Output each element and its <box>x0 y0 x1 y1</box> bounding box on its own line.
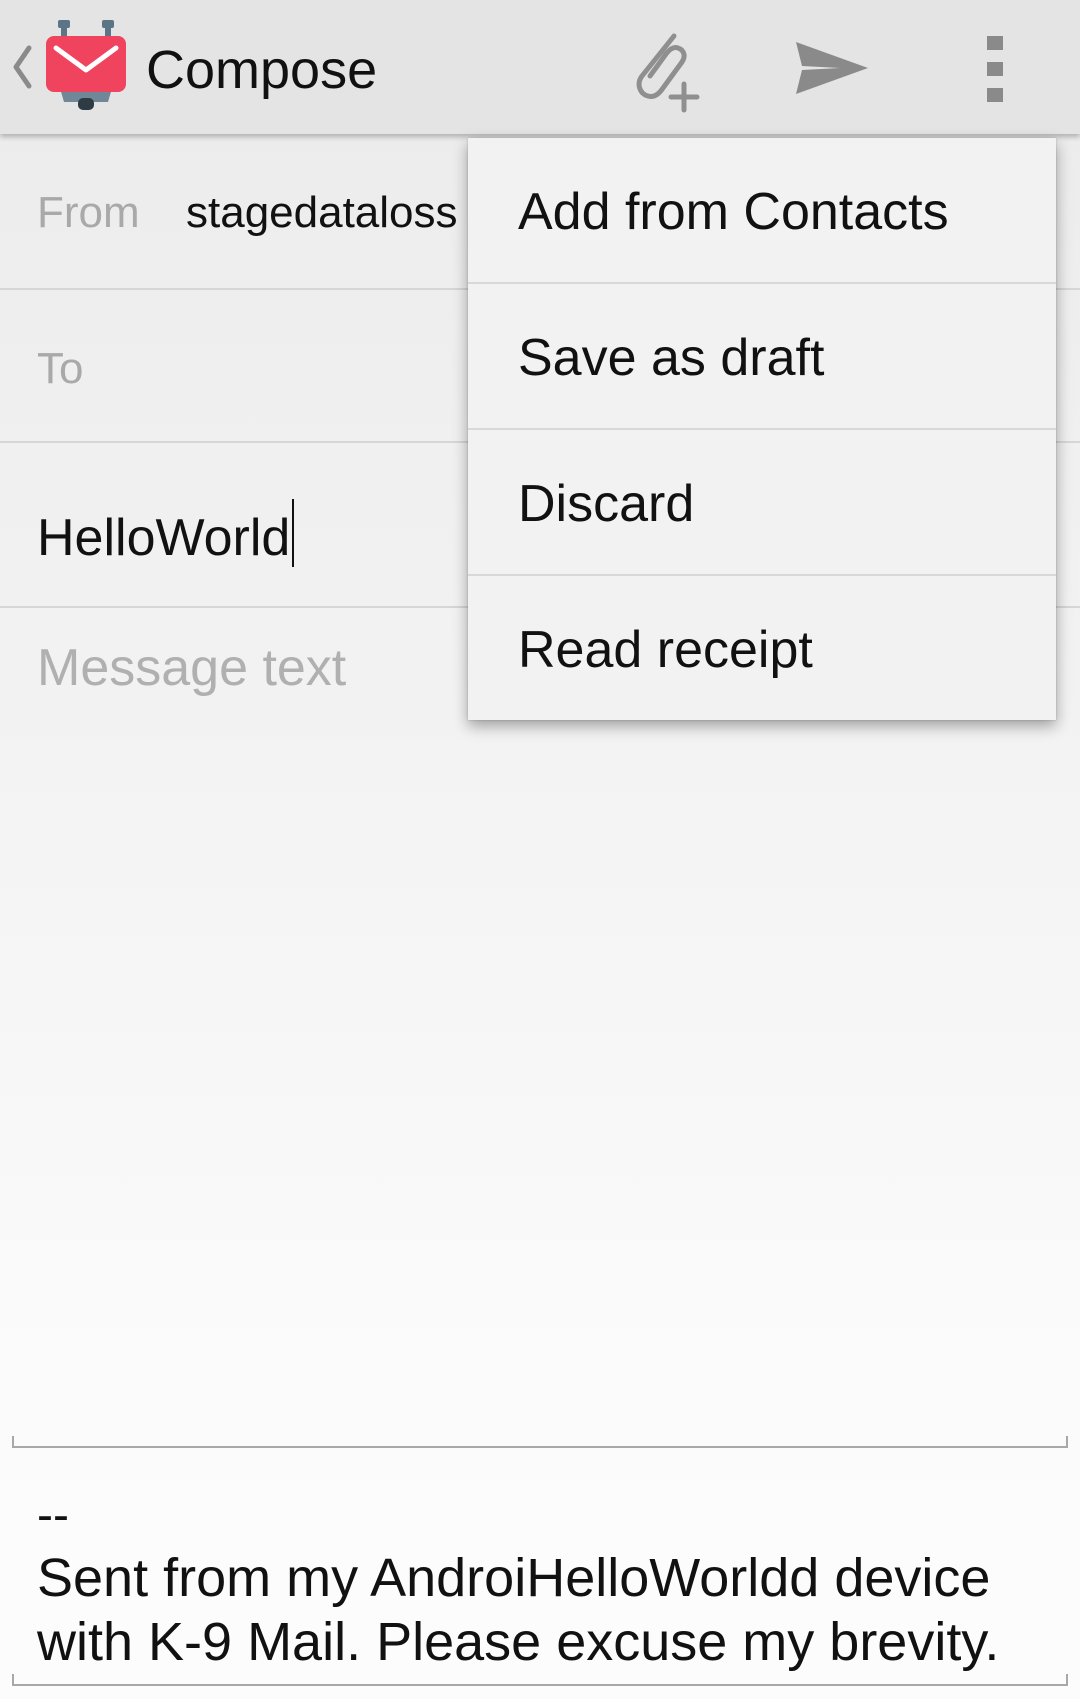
menu-item-save-as-draft[interactable]: Save as draft <box>468 284 1056 428</box>
subject-text: HelloWorld <box>37 509 291 567</box>
signature-top-border <box>12 1436 1068 1448</box>
menu-item-discard[interactable]: Discard <box>468 430 1056 574</box>
signature-separator: -- <box>37 1489 69 1542</box>
from-label: From <box>37 188 140 237</box>
menu-item-label: Add from Contacts <box>518 183 949 241</box>
from-account-field[interactable]: stagedataloss <box>186 188 458 238</box>
signature-text[interactable]: Sent from my AndroiHelloWorldd device wi… <box>37 1546 1057 1674</box>
subject-field[interactable]: HelloWorld <box>37 499 295 568</box>
menu-item-read-receipt[interactable]: Read receipt <box>468 576 1056 720</box>
message-text-field[interactable]: Message text <box>37 638 346 698</box>
overflow-menu-icon[interactable] <box>960 24 1032 114</box>
signature-bottom-border <box>12 1674 1068 1686</box>
menu-item-label: Save as draft <box>518 329 825 387</box>
k9-mail-icon[interactable] <box>44 20 128 112</box>
to-label: To <box>37 344 84 393</box>
text-caret <box>292 499 295 567</box>
overflow-popup-menu: Add from Contacts Save as draft Discard … <box>468 138 1056 720</box>
menu-item-add-from-contacts[interactable]: Add from Contacts <box>468 138 1056 282</box>
menu-item-label: Read receipt <box>518 621 813 679</box>
menu-item-label: Discard <box>518 475 695 533</box>
action-bar: Compose <box>0 0 1080 134</box>
message-body-area[interactable]: Message text <box>0 608 1080 1428</box>
send-icon[interactable] <box>784 24 874 114</box>
chevron-left-icon[interactable] <box>10 42 34 92</box>
page-title: Compose <box>146 40 378 100</box>
attachment-add-icon[interactable] <box>616 24 706 114</box>
